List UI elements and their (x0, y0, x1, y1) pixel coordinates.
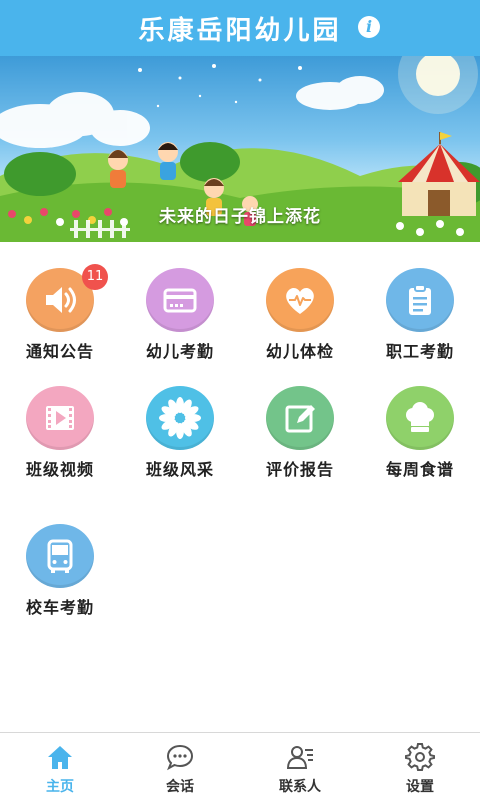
tile-evaluation-report[interactable]: 评价报告 (240, 360, 360, 480)
tile-label: 班级视频 (25, 460, 94, 479)
tile-icon-bg: 11 (26, 264, 108, 332)
app-title: 乐康岳阳幼儿园 (138, 15, 342, 46)
unread-badge: 11 (82, 264, 108, 290)
nav-label: 设置 (406, 779, 434, 795)
home-icon (48, 746, 72, 769)
nav-label: 主页 (46, 779, 74, 795)
bus-icon (47, 539, 73, 573)
info-icon[interactable]: i (358, 16, 380, 38)
banner-caption: 未来的日子锦上添花 (159, 207, 321, 227)
speaker-icon (46, 287, 76, 313)
tile-icon-bg (266, 268, 334, 332)
tile-label: 班级风采 (145, 460, 214, 479)
card-icon (163, 288, 197, 313)
tile-label: 评价报告 (265, 460, 334, 479)
tile-icon-bg (146, 268, 214, 332)
video-icon (46, 406, 74, 430)
contacts-icon (286, 746, 313, 769)
tile-weekly-menu[interactable]: 每周食谱 (360, 360, 480, 480)
bottom-nav: 主页 会话 联系人 设置 (0, 732, 480, 800)
tile-notices[interactable]: 11 通知公告 (0, 242, 120, 362)
tile-label: 幼儿考勤 (145, 342, 214, 361)
flower-icon (159, 397, 201, 439)
banner-carousel[interactable]: 未来的日子锦上添花 (0, 56, 480, 242)
gear-icon (405, 743, 435, 771)
nav-contacts[interactable]: 联系人 (240, 733, 360, 800)
chef-hat-icon (406, 402, 434, 432)
nav-label: 联系人 (279, 779, 321, 795)
tile-label: 通知公告 (25, 342, 94, 361)
clipboard-icon (409, 284, 431, 315)
feature-grid: 11 通知公告 幼儿考勤 幼儿体检 职工考勤 班级视频 班级风采 评价报告 每周… (0, 242, 480, 730)
tile-staff-attendance[interactable]: 职工考勤 (360, 242, 480, 362)
edit-icon (285, 405, 315, 433)
app-screen: 乐康岳阳幼儿园 i 未来的日子锦上添花 11 通知公告 幼儿考勤 幼儿体检 职工… (0, 0, 480, 800)
tile-label: 每周食谱 (385, 460, 454, 479)
tile-icon-bg (26, 524, 94, 588)
app-header: 乐康岳阳幼儿园 i (0, 0, 480, 56)
heart-pulse-icon (286, 288, 314, 314)
tile-icon-bg (146, 386, 214, 450)
chat-icon (166, 744, 194, 771)
tile-label: 幼儿体检 (265, 342, 334, 361)
tile-icon-bg (266, 386, 334, 450)
tile-class-gallery[interactable]: 班级风采 (120, 360, 240, 480)
tile-class-video[interactable]: 班级视频 (0, 360, 120, 480)
nav-label: 会话 (166, 779, 194, 795)
tile-label: 职工考勤 (385, 342, 454, 361)
tile-label: 校车考勤 (25, 598, 94, 617)
tile-icon-bg (26, 386, 94, 450)
tile-icon-bg (386, 386, 454, 450)
nav-chat[interactable]: 会话 (120, 733, 240, 800)
tile-health-check[interactable]: 幼儿体检 (240, 242, 360, 362)
nav-home[interactable]: 主页 (0, 733, 120, 800)
tile-icon-bg (386, 268, 454, 332)
nav-settings[interactable]: 设置 (360, 733, 480, 800)
tile-child-attendance[interactable]: 幼儿考勤 (120, 242, 240, 362)
tile-bus-attendance[interactable]: 校车考勤 (0, 498, 120, 618)
